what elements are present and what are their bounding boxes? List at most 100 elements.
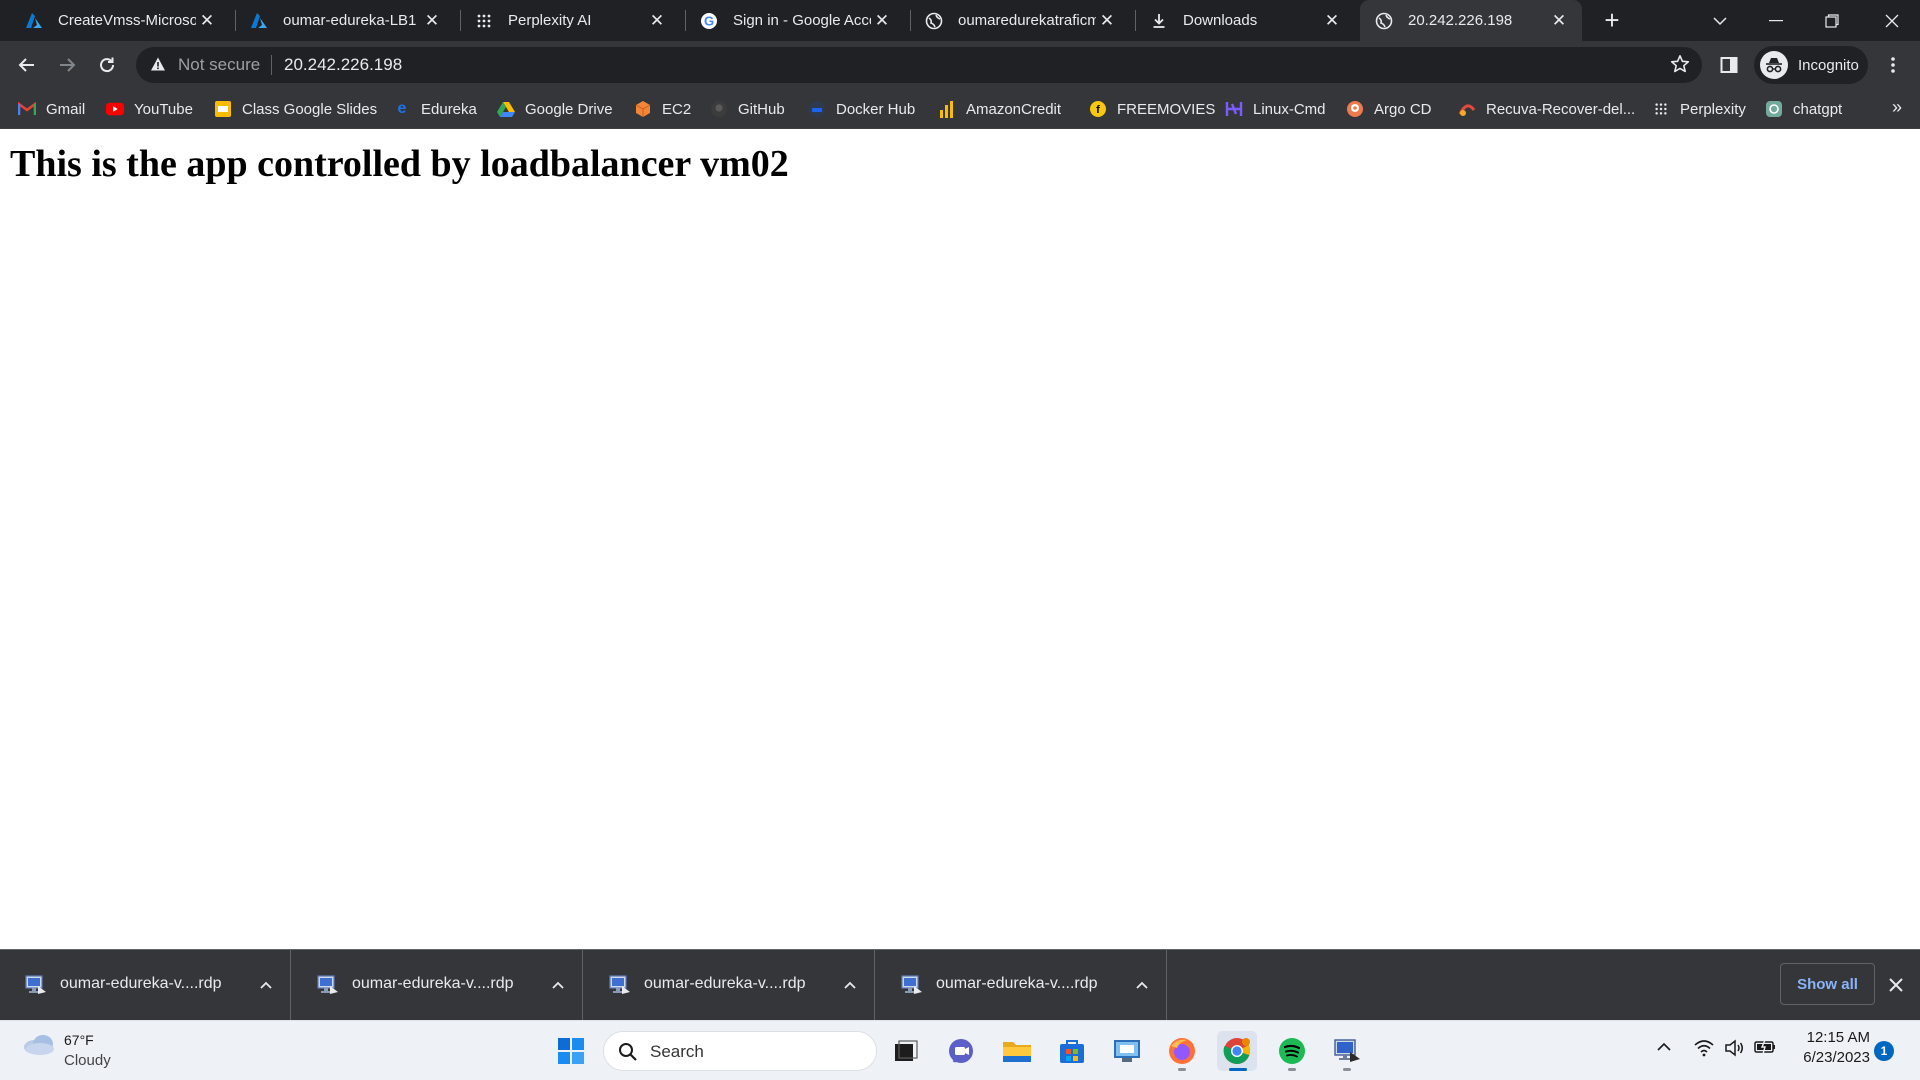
running-indicator — [1178, 1068, 1186, 1071]
bookmark-argo-cd[interactable]: Argo CD — [1346, 99, 1432, 119]
store-icon — [1060, 1040, 1084, 1063]
aws-icon — [634, 100, 652, 118]
address-bar[interactable]: Not secure 20.242.226.198 — [136, 47, 1702, 83]
taskbar-search-box[interactable]: Search — [603, 1031, 877, 1071]
back-button[interactable] — [10, 48, 44, 82]
chrome-button[interactable] — [1217, 1031, 1257, 1071]
forward-button[interactable] — [50, 48, 84, 82]
task-view-button[interactable] — [886, 1031, 926, 1071]
new-tab-button[interactable]: + — [1598, 7, 1626, 35]
show-hidden-icons-chevron-icon[interactable] — [1656, 1039, 1672, 1055]
volume-icon[interactable] — [1724, 1039, 1744, 1057]
tab-perplexity-ai[interactable]: Perplexity AI ✕ — [460, 0, 680, 41]
security-label[interactable]: Not secure — [178, 55, 260, 75]
bookmark-github[interactable]: GitHub — [710, 99, 785, 119]
download-filename: oumar-edureka-v....rdp — [936, 975, 1098, 992]
wifi-icon[interactable] — [1694, 1039, 1714, 1057]
download-item[interactable]: oumar-edureka-v....rdp — [0, 950, 291, 1021]
tab-oumar-edureka-lb1[interactable]: oumar-edureka-LB1 - ✕ — [235, 0, 455, 41]
bookmark-freemovies[interactable]: f FREEMOVIES — [1089, 99, 1215, 119]
download-item[interactable]: oumar-edureka-v....rdp — [876, 950, 1167, 1021]
bookmark-docker-hub[interactable]: Docker Hub — [808, 99, 915, 119]
bookmark-amazoncredit[interactable]: AmazonCredit — [938, 99, 1061, 119]
tab-active-page[interactable]: 20.242.226.198 ✕ — [1360, 0, 1582, 41]
chevron-up-icon[interactable] — [1131, 974, 1153, 996]
minimize-icon — [1769, 19, 1783, 21]
start-button[interactable] — [551, 1031, 591, 1071]
bookmark-class-google-slides[interactable]: Class Google Slides — [214, 99, 377, 119]
tab-search-button[interactable] — [1692, 0, 1748, 41]
system-clock[interactable]: 12:15 AM 6/23/2023 — [1790, 1029, 1870, 1066]
incognito-profile-button[interactable]: Incognito — [1754, 46, 1868, 84]
bookmark-star-icon[interactable] — [1670, 54, 1690, 79]
not-secure-warning-icon[interactable] — [150, 56, 166, 77]
more-bookmarks-icon[interactable]: » — [1892, 97, 1902, 118]
bookmark-chatgpt[interactable]: chatgpt — [1765, 99, 1842, 119]
chevron-up-icon[interactable] — [547, 974, 569, 996]
restore-button[interactable] — [1804, 0, 1860, 41]
windows-taskbar: 67°F Cloudy Search 12:15 AM 6/23/2023 1 — [0, 1020, 1920, 1080]
rdp-file-icon — [901, 975, 922, 994]
control-panel-button[interactable] — [1107, 1031, 1147, 1071]
chevron-up-icon[interactable] — [255, 974, 277, 996]
perplexity-icon — [1652, 100, 1670, 118]
bookmark-ec2[interactable]: EC2 — [634, 99, 691, 119]
bookmark-recuva[interactable]: Recuva-Recover-del... — [1458, 99, 1635, 119]
notification-badge[interactable]: 1 — [1874, 1041, 1894, 1061]
tab-close-icon[interactable]: ✕ — [421, 10, 443, 32]
bookmark-perplexity[interactable]: Perplexity — [1652, 99, 1746, 119]
tab-google-sign-in[interactable]: G Sign in - Google Acco ✕ — [685, 0, 905, 41]
reload-button[interactable] — [90, 48, 124, 82]
azure-icon — [24, 11, 44, 31]
teams-chat-button[interactable] — [942, 1031, 982, 1071]
tab-createvmss[interactable]: CreateVmss-Microsoft ✕ — [10, 0, 230, 41]
tab-traffic-manager[interactable]: oumaredurekatraficm ✕ — [910, 0, 1130, 41]
bookmark-linux-cmd[interactable]: Linux-Cmd — [1225, 99, 1326, 119]
browser-menu-button[interactable] — [1876, 48, 1910, 82]
chrome-icon — [1223, 1038, 1251, 1064]
minimize-button[interactable] — [1748, 0, 1804, 41]
search-label: Search — [650, 1042, 704, 1061]
tab-downloads[interactable]: Downloads ✕ — [1135, 0, 1355, 41]
url-text[interactable]: 20.242.226.198 — [284, 55, 402, 75]
back-arrow-icon — [18, 58, 34, 72]
microsoft-store-button[interactable] — [1052, 1031, 1092, 1071]
bookmark-edureka[interactable]: e Edureka — [393, 99, 477, 119]
bookmark-label: Docker Hub — [836, 100, 916, 118]
page-heading: This is the app controlled by loadbalanc… — [10, 143, 789, 185]
weather-widget[interactable]: 67°F Cloudy — [22, 1031, 111, 1069]
download-item[interactable]: oumar-edureka-v....rdp — [584, 950, 875, 1021]
docker-icon — [808, 100, 826, 118]
globe-icon — [1374, 11, 1394, 31]
show-all-downloads-button[interactable]: Show all — [1780, 963, 1875, 1005]
file-explorer-button[interactable] — [997, 1031, 1037, 1071]
file-explorer-icon — [1003, 1042, 1031, 1062]
bookmark-label: chatgpt — [1793, 100, 1843, 118]
tab-close-icon[interactable]: ✕ — [1096, 10, 1118, 32]
firefox-button[interactable] — [1162, 1031, 1202, 1071]
tab-close-icon[interactable]: ✕ — [1321, 10, 1343, 32]
tab-close-icon[interactable]: ✕ — [871, 10, 893, 32]
battery-charging-icon[interactable] — [1754, 1039, 1776, 1055]
forward-arrow-icon — [60, 58, 76, 72]
tab-close-icon[interactable]: ✕ — [646, 10, 668, 32]
tab-close-icon[interactable]: ✕ — [196, 10, 218, 32]
side-panel-button[interactable] — [1712, 48, 1746, 82]
bookmark-label: GitHub — [738, 100, 785, 118]
bookmark-google-drive[interactable]: Google Drive — [497, 99, 613, 119]
weather-temperature: 67°F — [64, 1032, 94, 1048]
download-item[interactable]: oumar-edureka-v....rdp — [292, 950, 583, 1021]
recuva-icon — [1458, 100, 1476, 118]
reload-icon — [100, 57, 115, 73]
perplexity-icon — [474, 11, 494, 31]
close-window-button[interactable] — [1864, 0, 1920, 41]
clock-date: 6/23/2023 — [1803, 1049, 1870, 1066]
bookmark-youtube[interactable]: YouTube — [106, 99, 193, 119]
remote-desktop-icon — [1334, 1039, 1360, 1062]
tab-close-icon[interactable]: ✕ — [1548, 10, 1570, 32]
close-icon[interactable] — [1885, 974, 1907, 996]
spotify-button[interactable] — [1272, 1031, 1312, 1071]
remote-desktop-button[interactable] — [1327, 1031, 1367, 1071]
bookmark-gmail[interactable]: Gmail — [18, 99, 85, 119]
chevron-up-icon[interactable] — [839, 974, 861, 996]
